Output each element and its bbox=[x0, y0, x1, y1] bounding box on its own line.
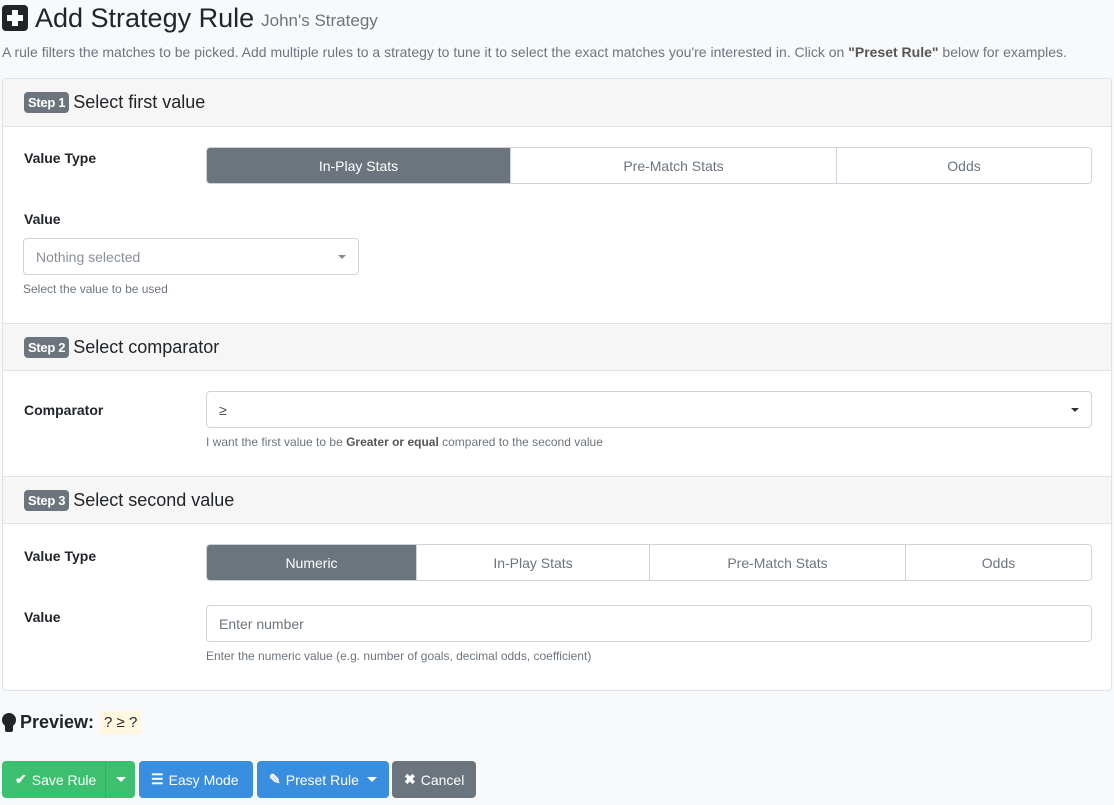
step3-value-help: Enter the numeric value (e.g. number of … bbox=[206, 649, 592, 663]
step3-tab-pre-match-stats[interactable]: Pre-Match Stats bbox=[649, 545, 905, 580]
step3-value-label: Value bbox=[24, 609, 61, 625]
lightbulb-icon bbox=[2, 712, 16, 733]
preview-expression: ? ≥ ? bbox=[100, 711, 142, 734]
step3-value-type-label: Value Type bbox=[24, 548, 97, 564]
step2-title: Select comparator bbox=[73, 336, 220, 357]
plus-square-icon bbox=[2, 5, 28, 31]
step1-header: Step 1 Select first value bbox=[3, 79, 1111, 127]
step3-tab-odds[interactable]: Odds bbox=[905, 545, 1091, 580]
comparator-help-text: compared to the second value bbox=[438, 435, 603, 449]
step3-header: Step 3 Select second value bbox=[3, 476, 1111, 524]
step2-header: Step 2 Select comparator bbox=[3, 323, 1111, 371]
magic-wand-icon: ✎ bbox=[269, 771, 281, 787]
chevron-down-icon bbox=[1071, 408, 1079, 412]
step1-value-help: Select the value to be used bbox=[23, 282, 168, 296]
save-rule-button[interactable]: ✔ Save Rule bbox=[2, 761, 105, 798]
intro-text-part: A rule filters the matches to be picked.… bbox=[2, 44, 849, 60]
caret-down-icon bbox=[366, 777, 377, 782]
rule-preview: Preview: ? ≥ ? bbox=[2, 711, 142, 734]
page-title: Add Strategy Rule bbox=[35, 2, 255, 33]
step1-tab-in-play-stats[interactable]: In-Play Stats bbox=[207, 148, 510, 183]
caret-down-icon bbox=[115, 777, 126, 782]
sliders-icon: ☰ bbox=[151, 771, 164, 787]
step1-title: Select first value bbox=[73, 92, 206, 112]
comparator-help: I want the first value to be Greater or … bbox=[206, 435, 603, 449]
comparator-help-bold: Greater or equal bbox=[346, 435, 439, 449]
easy-mode-button[interactable]: ☰ Easy Mode bbox=[139, 761, 253, 798]
step3-badge: Step 3 bbox=[24, 489, 70, 511]
step1-tab-odds[interactable]: Odds bbox=[836, 148, 1091, 183]
step1-value-type-group: In-Play Stats Pre-Match Stats Odds bbox=[206, 147, 1092, 184]
step3-value-type-group: Numeric In-Play Stats Pre-Match Stats Od… bbox=[206, 544, 1092, 581]
chevron-down-icon bbox=[338, 255, 346, 259]
strategy-name: John's Strategy bbox=[261, 11, 378, 30]
step3-tab-numeric[interactable]: Numeric bbox=[207, 545, 416, 580]
cancel-button[interactable]: ✖ Cancel bbox=[392, 761, 476, 798]
close-icon: ✖ bbox=[404, 771, 416, 787]
preset-rule-label: Preset Rule bbox=[285, 771, 359, 788]
step1-value-select-text: Nothing selected bbox=[36, 248, 141, 265]
comparator-help-text: I want the first value to be bbox=[206, 435, 347, 449]
preview-label: Preview: bbox=[20, 712, 95, 732]
intro-text: A rule filters the matches to be picked.… bbox=[2, 44, 1067, 60]
check-icon: ✔ bbox=[15, 771, 27, 787]
step3-tab-in-play-stats[interactable]: In-Play Stats bbox=[416, 545, 649, 580]
save-rule-label: Save Rule bbox=[31, 771, 97, 788]
easy-mode-label: Easy Mode bbox=[168, 771, 239, 788]
preset-rule-button[interactable]: ✎ Preset Rule bbox=[257, 761, 389, 798]
intro-text-part: below for examples. bbox=[938, 44, 1067, 60]
save-options-dropdown-toggle[interactable] bbox=[105, 761, 135, 798]
step3-title: Select second value bbox=[73, 489, 235, 510]
number-input[interactable] bbox=[206, 605, 1092, 642]
step1-tab-pre-match-stats[interactable]: Pre-Match Stats bbox=[510, 148, 836, 183]
intro-preset-highlight: "Preset Rule" bbox=[848, 44, 939, 60]
comparator-select[interactable]: ≥ bbox=[206, 391, 1092, 428]
step2-badge: Step 2 bbox=[24, 336, 70, 358]
page-header: Add Strategy Rule John's Strategy bbox=[2, 0, 378, 36]
step1-value-label: Value bbox=[24, 211, 61, 227]
step1-value-type-label: Value Type bbox=[24, 150, 97, 166]
step1-badge: Step 1 bbox=[24, 92, 70, 113]
comparator-select-text: ≥ bbox=[219, 401, 227, 418]
rule-form-card: Step 1 Select first value Value Type In-… bbox=[2, 78, 1112, 691]
step1-value-select[interactable]: Nothing selected bbox=[23, 238, 359, 275]
cancel-label: Cancel bbox=[420, 771, 465, 788]
comparator-label: Comparator bbox=[24, 402, 104, 418]
